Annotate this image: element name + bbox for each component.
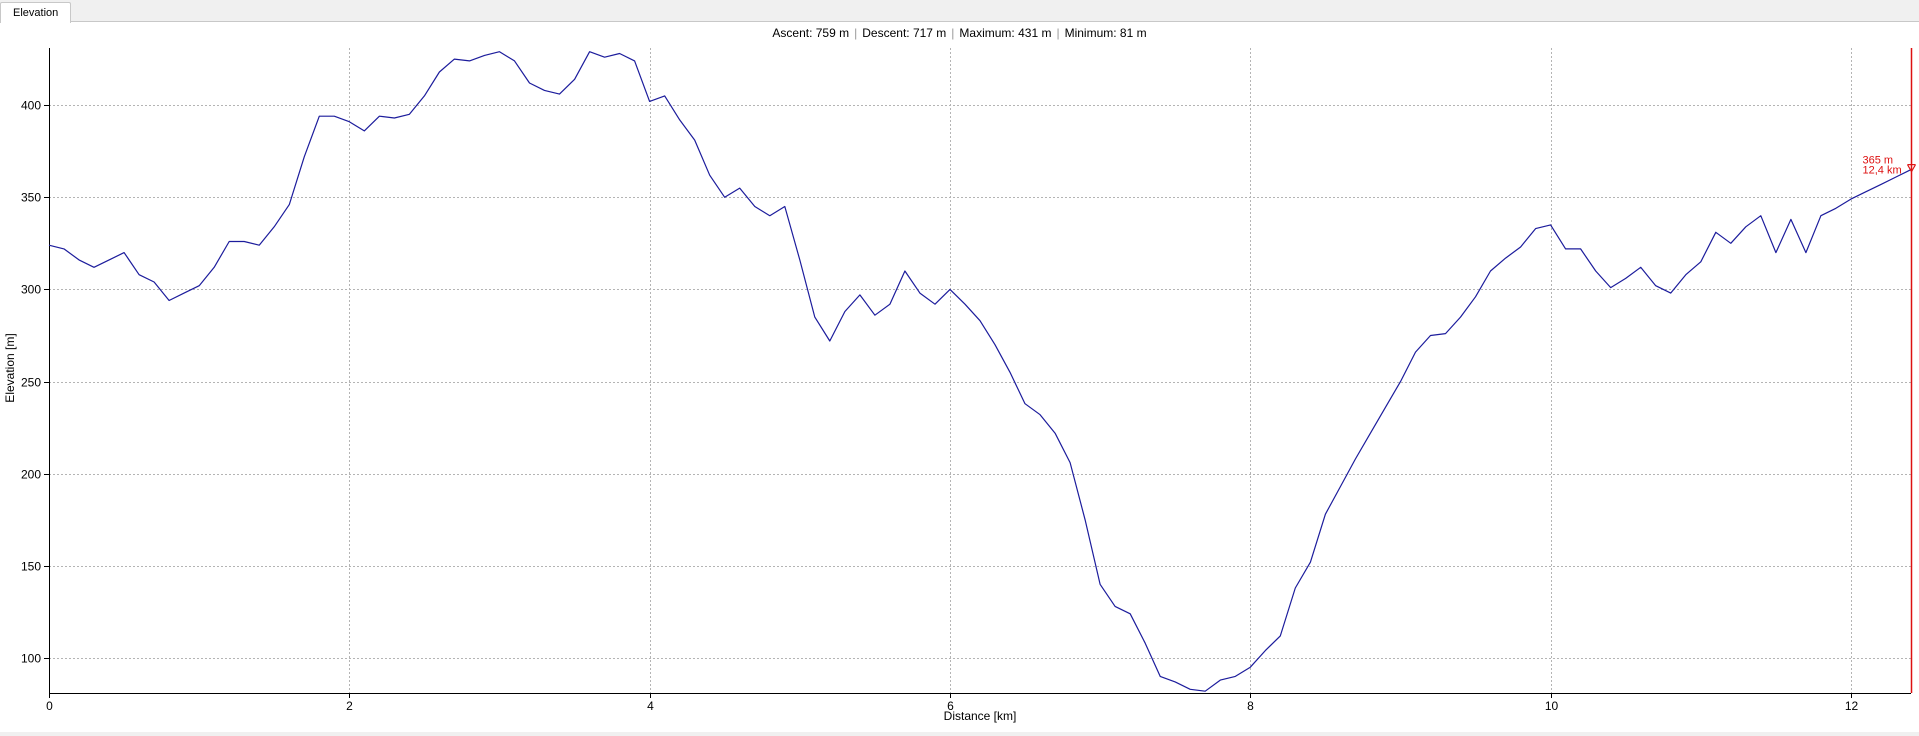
chart-ticks: 0 2 4 6 8 10 12100150200250300350400 (21, 99, 1859, 714)
x-axis-label: Distance [km] (944, 709, 1017, 723)
elevation-chart[interactable]: 0 2 4 6 8 10 12100150200250300350400 365 m12,4… (0, 0, 1919, 736)
y-tick-label: 400 (21, 99, 41, 113)
x-tick-label: 2 (346, 699, 353, 713)
y-axis-label: Elevation [m] (3, 333, 17, 402)
elevation-line (48, 51, 1912, 692)
x-tick-label: 12 (1845, 699, 1859, 713)
y-tick-label: 100 (21, 652, 41, 666)
position-marker[interactable]: 365 m12,4 km (1863, 48, 1917, 693)
y-tick-label: 300 (21, 283, 41, 297)
status-strip (0, 732, 1919, 736)
chart-grid (49, 48, 1911, 693)
y-tick-label: 350 (21, 191, 41, 205)
marker-distance-label: 12,4 km (1863, 165, 1902, 177)
y-tick-label: 200 (21, 468, 41, 482)
y-tick-label: 250 (21, 376, 41, 390)
chart-axes (49, 48, 1911, 694)
x-tick-label: 10 (1545, 699, 1559, 713)
x-tick-label: 8 (1247, 699, 1254, 713)
x-tick-label: 4 (647, 699, 654, 713)
x-tick-label: 0 (46, 699, 53, 713)
y-tick-label: 150 (21, 560, 41, 574)
chart-series (48, 51, 1912, 692)
